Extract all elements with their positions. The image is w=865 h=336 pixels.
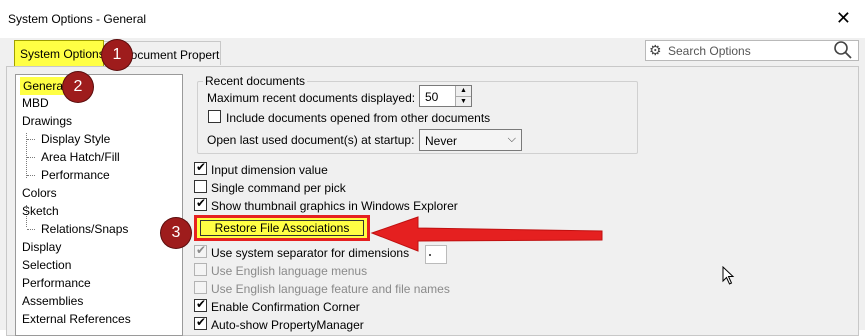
confirmation-corner-label: Enable Confirmation Corner (211, 300, 360, 314)
input-dimension-checkbox[interactable]: ✔ (194, 160, 207, 175)
window-title: System Options - General (8, 12, 147, 26)
checkmark-icon: ✔ (196, 243, 207, 257)
tree-item-colors[interactable]: Colors (22, 184, 57, 202)
max-recent-value[interactable]: 50 (425, 90, 438, 104)
stepper-down-icon[interactable]: ▼ (456, 96, 471, 106)
restore-button-label: Restore File Associations (214, 221, 350, 235)
english-menus-label: Use English language menus (211, 264, 368, 278)
open-last-select[interactable]: Never ⌵ (419, 129, 522, 151)
include-other-label: Include documents opened from other docu… (226, 111, 491, 125)
confirmation-corner-checkbox[interactable]: ✔ (194, 297, 207, 312)
gear-icon[interactable]: ⚙ (649, 42, 662, 59)
tab-system-options[interactable]: System Options (14, 40, 104, 66)
tree-item-sketch[interactable]: Sketch (22, 202, 59, 220)
auto-show-pm-checkbox[interactable]: ✔ (194, 315, 207, 330)
recent-documents-legend: Recent documents (203, 74, 308, 88)
open-last-value: Never (425, 134, 458, 148)
tree-item-assemblies[interactable]: Assemblies (22, 292, 83, 310)
stepper-up-icon[interactable]: ▲ (456, 86, 471, 96)
search-icon[interactable] (833, 40, 853, 60)
separator-value-dot (429, 254, 431, 256)
red-arrow-annotation (370, 216, 603, 252)
stepper-arrows[interactable]: ▲ ▼ (455, 86, 471, 106)
annotation-badge-1: 1 (102, 40, 132, 70)
mouse-cursor-icon (722, 266, 735, 285)
tree-item-performance[interactable]: Performance (22, 274, 91, 292)
options-tree[interactable]: General MBD Drawings Display Style Area … (15, 74, 183, 336)
annotation-badge-2: 2 (63, 72, 93, 102)
chevron-down-icon: ⌵ (507, 133, 516, 145)
single-command-checkbox[interactable] (194, 180, 207, 193)
tree-connector (27, 139, 35, 140)
show-thumbnail-checkbox[interactable]: ✔ (194, 196, 207, 211)
show-thumbnail-label: Show thumbnail graphics in Windows Explo… (211, 199, 458, 213)
max-recent-stepper[interactable]: 50 ▲ ▼ (419, 85, 472, 107)
checkmark-icon: ✔ (196, 196, 207, 210)
tree-item-mbd[interactable]: MBD (22, 94, 49, 112)
title-bar: System Options - General ✕ (0, 0, 865, 38)
english-names-checkbox (194, 281, 207, 294)
open-last-label: Open last used document(s) at startup: (207, 133, 415, 147)
tree-item-display[interactable]: Display (22, 238, 61, 256)
annotation-badge-3: 3 (161, 218, 191, 248)
tree-item-display-style[interactable]: Display Style (41, 130, 110, 148)
tree-item-selection[interactable]: Selection (22, 256, 71, 274)
tree-connector (27, 175, 35, 176)
include-other-checkbox[interactable] (208, 110, 221, 123)
system-options-dialog: System Options - General ✕ Document Prop… (0, 0, 865, 336)
close-icon[interactable]: ✕ (836, 8, 851, 28)
tree-item-external-references[interactable]: External References (22, 310, 131, 328)
tree-item-relations-snaps[interactable]: Relations/Snaps (41, 220, 128, 238)
tree-connector (27, 229, 35, 230)
system-separator-checkbox[interactable]: ✔ (194, 243, 207, 258)
tree-connector (27, 157, 35, 158)
checkmark-icon: ✔ (196, 297, 207, 311)
tree-item-area-hatch-fill[interactable]: Area Hatch/Fill (41, 148, 120, 166)
search-options-box[interactable]: ⚙ Search Options (645, 40, 859, 61)
checkmark-icon: ✔ (196, 315, 207, 329)
max-recent-label: Maximum recent documents displayed: (207, 91, 416, 105)
search-placeholder: Search Options (668, 44, 751, 58)
tree-item-drawings[interactable]: Drawings (22, 112, 72, 130)
english-menus-checkbox (194, 263, 207, 276)
input-dimension-label: Input dimension value (211, 163, 328, 177)
restore-file-associations-button[interactable]: Restore File Associations (194, 215, 370, 241)
single-command-label: Single command per pick (211, 181, 346, 195)
checkmark-icon: ✔ (196, 160, 207, 174)
tree-item-general[interactable]: General (20, 77, 69, 95)
tab-label: System Options (20, 47, 104, 61)
english-names-label: Use English language feature and file na… (211, 282, 450, 296)
tree-item-drawings-performance[interactable]: Performance (41, 166, 110, 184)
